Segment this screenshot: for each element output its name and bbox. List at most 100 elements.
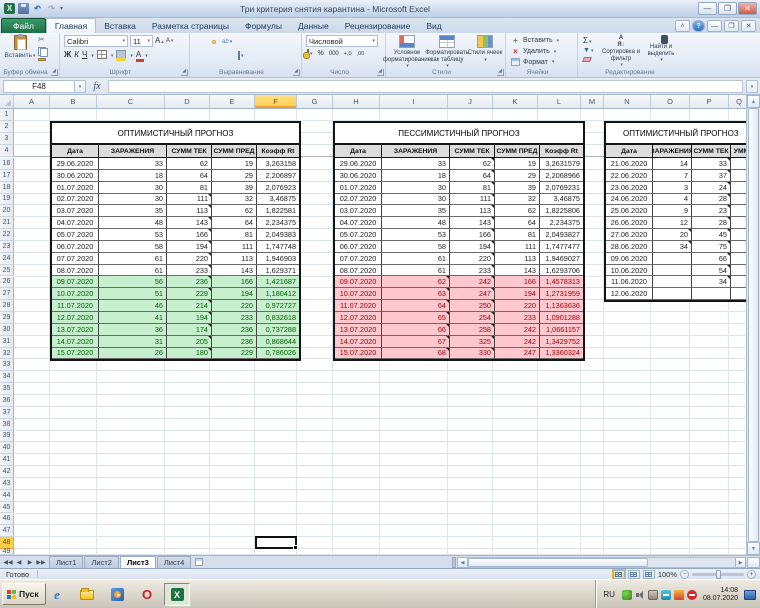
wrap-text-icon[interactable] (238, 40, 242, 44)
table-cell[interactable]: 113 (167, 205, 212, 218)
column-header-P[interactable]: P (690, 95, 729, 108)
align-top-icon[interactable] (196, 40, 200, 44)
table-cell[interactable]: 0,786026 (257, 348, 299, 360)
table-cell[interactable]: 41 (99, 311, 167, 324)
table-cell[interactable]: 2,234375 (257, 217, 299, 230)
table-cell[interactable]: 220 (450, 252, 495, 265)
table-cell[interactable]: 10.07.2020 (52, 288, 99, 301)
insert-worksheet-icon[interactable] (192, 556, 206, 568)
table-cell[interactable]: 250 (450, 300, 495, 312)
column-header-I[interactable]: I (380, 95, 448, 108)
table-header-cell[interactable]: СУММ ТЕК (692, 145, 731, 158)
table-cell[interactable]: 31 (99, 335, 167, 348)
table-cell[interactable]: 10.07.2020 (335, 288, 382, 301)
table-cell[interactable]: 08.07.2020 (335, 264, 382, 277)
table-cell[interactable]: 11.07.2020 (335, 300, 382, 312)
table-header-cell[interactable]: Дата (606, 145, 653, 158)
maximize-button[interactable]: ❐ (718, 2, 737, 15)
table-cell[interactable]: 3 (653, 181, 692, 194)
tab-view[interactable]: Вид (418, 18, 449, 33)
tab-split-handle[interactable] (452, 557, 456, 568)
fill-color-icon[interactable] (116, 50, 127, 61)
row-header-34[interactable]: 34 (0, 371, 14, 384)
undo-icon[interactable]: ↶ (32, 3, 43, 14)
table-cell[interactable]: 05.07.2020 (335, 229, 382, 241)
table-cell[interactable]: 29 (212, 169, 257, 182)
row-header-30[interactable]: 30 (0, 323, 14, 336)
table-cell[interactable]: 12 (653, 217, 692, 230)
page-layout-view-icon[interactable] (627, 569, 640, 579)
table-cell[interactable]: 2,049383 (257, 229, 299, 241)
table-cell[interactable]: 220 (212, 300, 257, 312)
tab-page-layout[interactable]: Разметка страницы (144, 18, 237, 33)
scroll-down-icon[interactable]: ▼ (747, 542, 760, 555)
table-cell[interactable]: 180 (167, 347, 212, 360)
fx-icon[interactable]: fx (86, 81, 108, 92)
table-cell[interactable]: 18 (382, 169, 450, 182)
table-cell[interactable]: 67 (382, 335, 450, 348)
next-sheet-icon[interactable]: ▶ (25, 559, 35, 566)
row-header-23[interactable]: 23 (0, 240, 14, 253)
column-header-B[interactable]: B (50, 95, 97, 108)
table-cell[interactable]: 2,0769231 (540, 182, 583, 194)
table-cell[interactable]: 254 (450, 311, 495, 324)
table-cell[interactable]: 330 (450, 347, 495, 360)
taskbar-internet-explorer[interactable]: e (44, 583, 70, 606)
table-cell[interactable]: 48 (99, 217, 167, 230)
table-cell[interactable]: 214 (167, 300, 212, 312)
table-cell[interactable]: 1,7477477 (540, 241, 583, 253)
table-cell[interactable]: 64 (167, 169, 212, 182)
collapse-ribbon-icon[interactable]: ˄ (675, 19, 690, 32)
table-cell[interactable] (731, 158, 746, 170)
table-cell[interactable]: 04.07.2020 (335, 217, 382, 230)
row-header-21[interactable]: 21 (0, 217, 14, 230)
table-cell[interactable]: 61 (99, 264, 167, 277)
sort-filter-button[interactable]: А Я↓ Сортировка и фильтр ▾ (600, 35, 642, 69)
table-cell[interactable]: 30 (382, 193, 450, 206)
table-cell[interactable]: 9 (653, 205, 692, 218)
row-header-4[interactable]: 4 (0, 145, 14, 157)
column-header-C[interactable]: C (97, 95, 165, 108)
table-cell[interactable]: 247 (450, 288, 495, 301)
table-cell[interactable]: 258 (450, 323, 495, 336)
table-cell[interactable]: 220 (167, 252, 212, 265)
table-cell[interactable]: 194 (167, 311, 212, 324)
table-cell[interactable]: 35 (99, 205, 167, 218)
table-cell[interactable]: 33 (99, 158, 167, 170)
table-cell[interactable]: 3,263158 (257, 158, 299, 170)
table-header-cell[interactable]: СУММ ПРЕД (495, 145, 540, 158)
table-cell[interactable]: 07.07.2020 (335, 252, 382, 265)
redo-icon[interactable]: ↷ (46, 3, 57, 14)
name-box-dropdown-icon[interactable]: ▾ (75, 79, 86, 93)
table-cell[interactable] (653, 276, 692, 289)
workbook-minimize-button[interactable]: — (707, 19, 722, 32)
fill-icon[interactable]: ▼▾ (583, 47, 593, 55)
column-header-O[interactable]: O (651, 95, 690, 108)
scroll-right-icon[interactable]: ▶ (735, 557, 746, 568)
table-cell[interactable]: 81 (212, 229, 257, 241)
sheet-tab-list2[interactable]: Лист2 (84, 556, 119, 568)
table-cell[interactable]: 1,3360324 (540, 348, 583, 360)
table-cell[interactable]: 58 (99, 240, 167, 253)
save-icon[interactable] (18, 3, 29, 14)
table-cell[interactable] (731, 265, 746, 277)
bold-button[interactable]: Ж (64, 50, 71, 59)
table-cell[interactable]: 236 (212, 323, 257, 336)
table-cell[interactable]: 64 (495, 217, 540, 230)
page-break-view-icon[interactable] (642, 569, 655, 579)
table-cell[interactable]: 1,2731959 (540, 288, 583, 301)
clock[interactable]: 14:08 08.07.2020 (701, 587, 740, 603)
table-cell[interactable]: 56 (99, 276, 167, 289)
table-cell[interactable]: 1,421687 (257, 276, 299, 289)
table-cell[interactable]: 26.06.2020 (606, 217, 653, 230)
table-cell[interactable]: 01.07.2020 (335, 181, 382, 194)
table-cell[interactable]: 09.07.2020 (335, 276, 382, 289)
select-all-corner[interactable] (0, 95, 14, 108)
table-cell[interactable]: 24 (692, 181, 731, 194)
row-header-24[interactable]: 24 (0, 252, 14, 265)
table-cell[interactable]: 1,1363636 (540, 300, 583, 312)
column-header-F[interactable]: F (255, 95, 297, 108)
table-cell[interactable]: 143 (450, 217, 495, 230)
table-header-cell[interactable]: Дата (335, 145, 382, 158)
table-cell[interactable]: 1,946903 (257, 253, 299, 265)
